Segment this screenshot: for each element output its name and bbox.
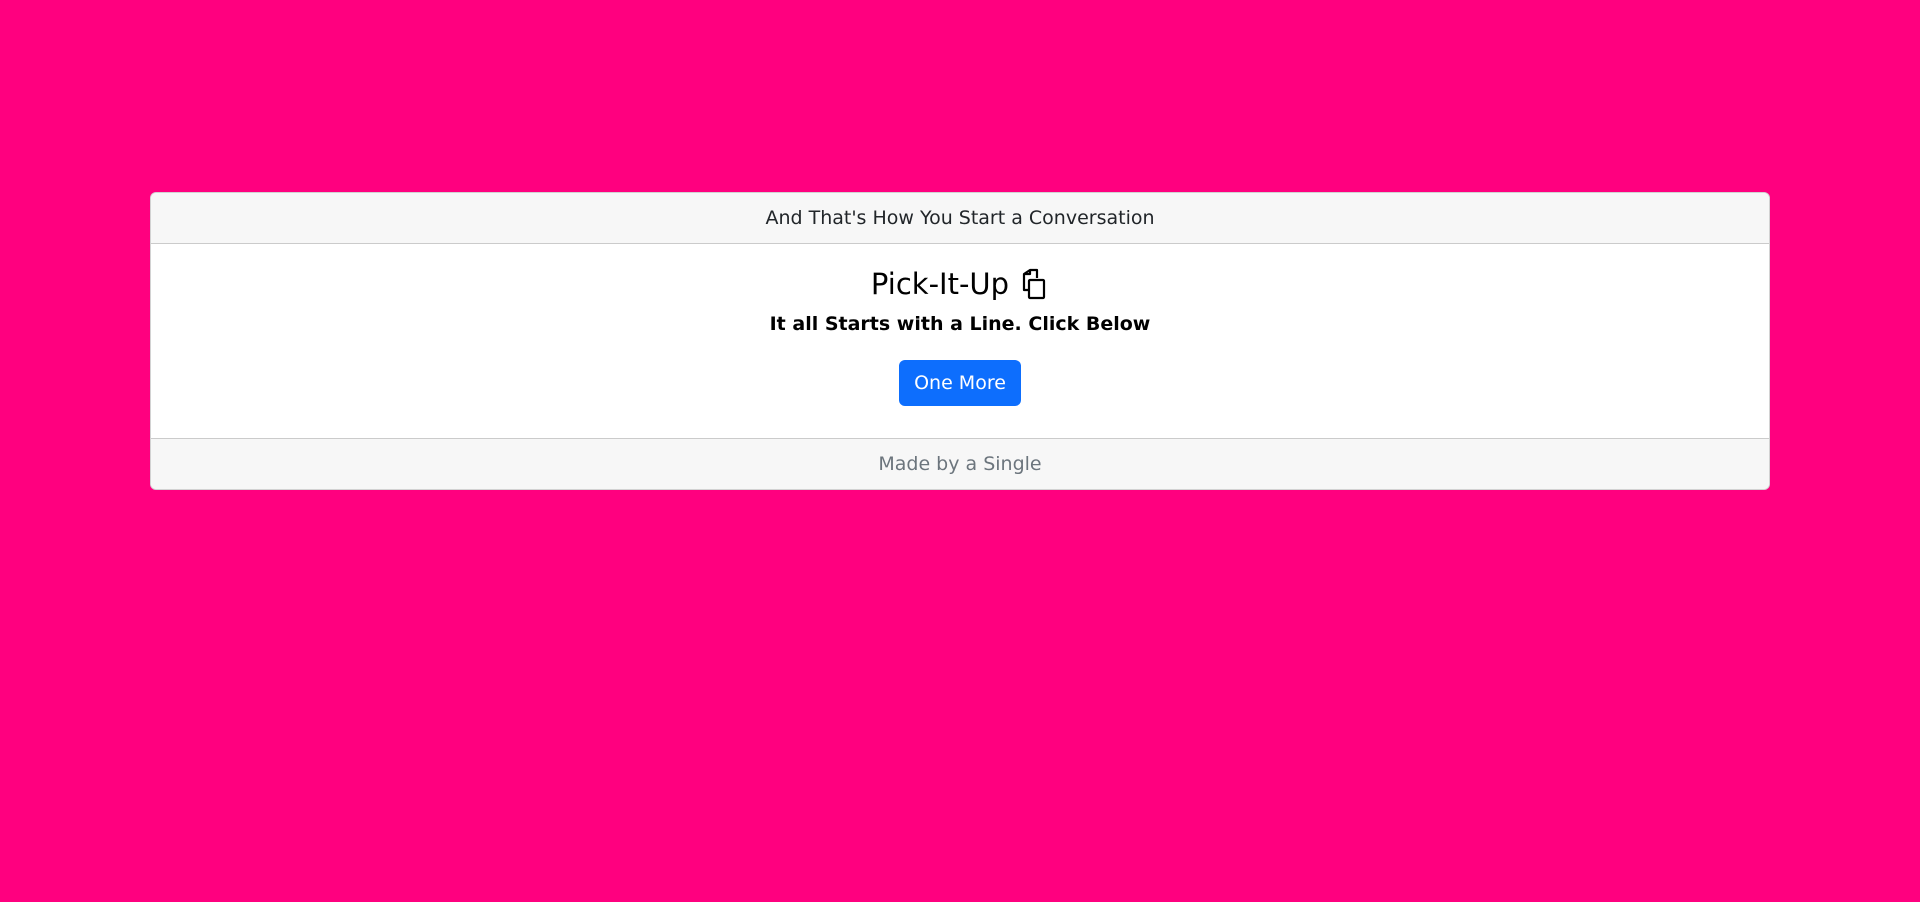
card-footer-text: Made by a Single: [878, 453, 1042, 475]
pickup-line-card: And That's How You Start a Conversation …: [150, 192, 1770, 490]
subtitle: It all Starts with a Line. Click Below: [769, 313, 1151, 335]
page-title: Pick-It-Up: [870, 267, 1010, 301]
one-more-button[interactable]: One More: [899, 360, 1021, 406]
card-header: And That's How You Start a Conversation: [151, 193, 1769, 244]
copy-icon[interactable]: [1017, 268, 1049, 300]
card-header-text: And That's How You Start a Conversation: [765, 207, 1155, 229]
card-footer: Made by a Single: [151, 438, 1769, 489]
card-body: Pick-It-Up It all Starts with a Line. Cl…: [151, 244, 1769, 438]
title-row: Pick-It-Up: [151, 266, 1769, 302]
